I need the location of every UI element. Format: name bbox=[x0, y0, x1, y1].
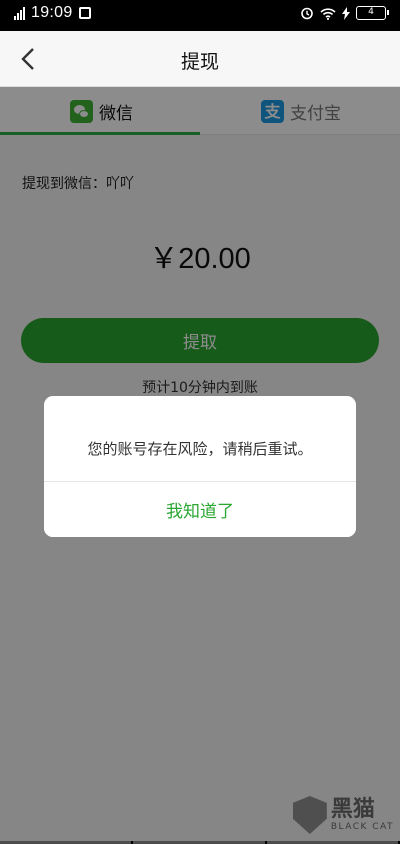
nav-bar: 提现 bbox=[0, 31, 400, 87]
acknowledge-button[interactable]: 我知道了 bbox=[44, 482, 356, 537]
wifi-icon bbox=[320, 7, 336, 20]
status-right: 4 bbox=[300, 6, 389, 20]
clock: 19:09 bbox=[31, 4, 73, 21]
watermark: 黑猫 BLACK CAT bbox=[292, 796, 394, 834]
black-cat-logo-icon bbox=[292, 796, 327, 834]
watermark-en: BLACK CAT bbox=[330, 822, 394, 832]
alarm-icon bbox=[301, 7, 313, 20]
status-bar: 19:09 4 bbox=[0, 0, 400, 31]
notification-icon bbox=[78, 7, 91, 19]
charging-icon bbox=[342, 6, 350, 20]
risk-alert-dialog: 您的账号存在风险，请稍后重试。 我知道了 bbox=[44, 396, 356, 537]
dialog-message: 您的账号存在风险，请稍后重试。 bbox=[87, 440, 313, 458]
battery-icon: 4 bbox=[356, 6, 389, 20]
page-title: 提现 bbox=[180, 51, 219, 73]
signal-icon bbox=[14, 6, 25, 20]
watermark-cn: 黑猫 bbox=[330, 797, 375, 822]
status-left: 19:09 bbox=[14, 4, 91, 22]
watermark-text: 黑猫 BLACK CAT bbox=[330, 797, 394, 833]
